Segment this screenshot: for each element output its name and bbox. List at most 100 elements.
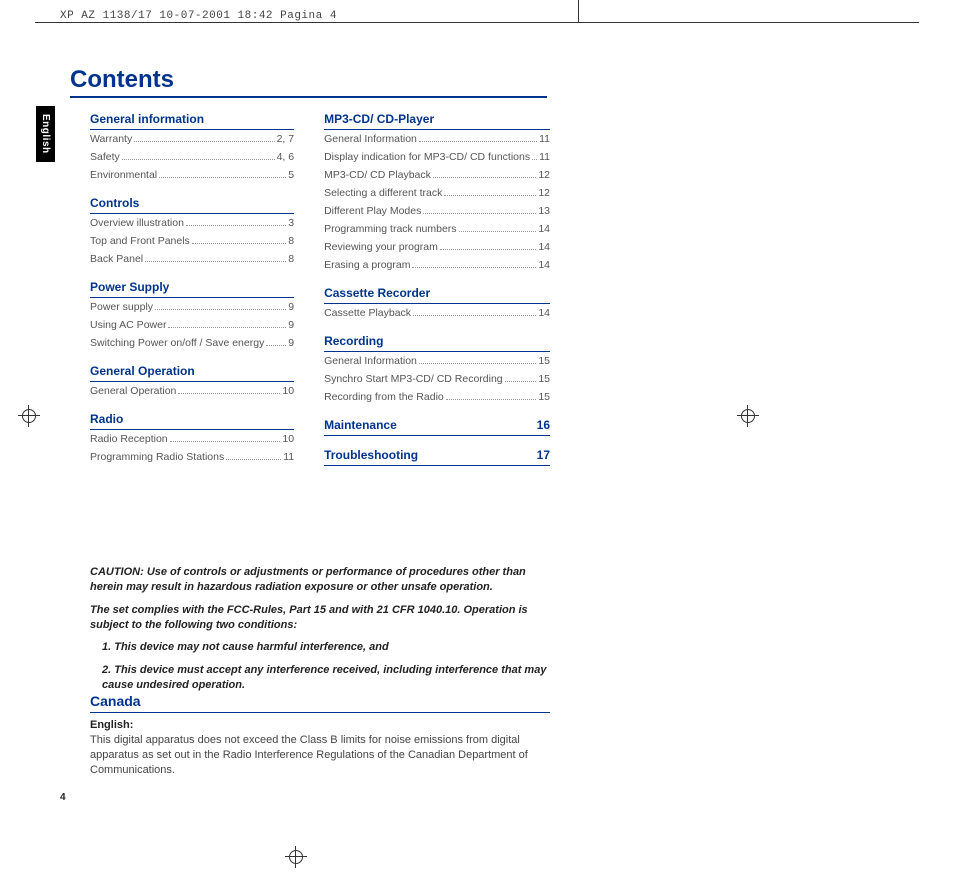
toc-label: Safety — [90, 151, 120, 163]
toc-column-right: MP3-CD/ CD-PlayerGeneral Information11Di… — [324, 100, 550, 466]
canada-body: English: This digital apparatus does not… — [90, 718, 550, 777]
toc-label: Power supply — [90, 301, 153, 313]
toc-label: Using AC Power — [90, 319, 166, 331]
toc-row: Programming track numbers14 — [324, 220, 550, 238]
toc-page: 5 — [288, 169, 294, 181]
crop-line-top — [35, 22, 919, 23]
toc-columns: General information Warranty 2, 7 Safety 4, … — [90, 100, 550, 466]
toc-row: General Information 15 — [324, 352, 550, 370]
toc-dots — [168, 327, 286, 328]
toc-dots — [433, 177, 536, 178]
toc-row: Warranty 2, 7 — [90, 130, 294, 148]
toc-page: 15 — [538, 373, 550, 385]
toc-page: 2, 7 — [277, 133, 295, 145]
toc-page: 12 — [538, 187, 550, 199]
toc-section-head: Cassette Recorder — [324, 280, 550, 304]
toc-dots — [192, 243, 286, 244]
caution-l1: 1. This device may not cause harmful int… — [102, 640, 550, 655]
toc-dots — [446, 399, 537, 400]
caution-p1: CAUTION: Use of controls or adjustments … — [90, 565, 550, 595]
canada-english-label: English: — [90, 719, 133, 731]
toc-section-head: General information — [90, 106, 294, 130]
toc-dots — [413, 315, 536, 316]
toc-label: General Information — [324, 133, 417, 145]
toc-row: Back Panel 8 — [90, 250, 294, 268]
toc-row: Radio Reception10 — [90, 430, 294, 448]
toc-row: Reviewing your program14 — [324, 238, 550, 256]
toc-label: Erasing a program — [324, 259, 410, 271]
toc-dots — [122, 159, 275, 160]
toc-section-head: Troubleshooting17 — [324, 442, 550, 466]
registration-mark-left — [18, 405, 40, 427]
toc-page: 15 — [538, 355, 550, 367]
toc-page: 11 — [539, 151, 550, 163]
toc-row: Cassette Playback14 — [324, 304, 550, 322]
toc-label: Synchro Start MP3-CD/ CD Recording — [324, 373, 503, 385]
toc-page: 10 — [282, 385, 294, 397]
toc-section-head: Controls — [90, 190, 294, 214]
toc-page: 9 — [288, 337, 294, 349]
toc-label: Recording from the Radio — [324, 391, 444, 403]
toc-row: Power supply9 — [90, 298, 294, 316]
toc-label: Programming Radio Stations — [90, 451, 224, 463]
toc-column-left: General information Warranty 2, 7 Safety 4, … — [90, 100, 294, 466]
canada-heading: Canada — [90, 693, 550, 713]
toc-row: Safety 4, 6 — [90, 148, 294, 166]
toc-page: 3 — [288, 217, 294, 229]
toc-label: Warranty — [90, 133, 132, 145]
toc-page: 14 — [538, 241, 550, 253]
crop-mark-top — [578, 0, 579, 22]
toc-dots — [266, 345, 286, 346]
toc-label: Different Play Modes — [324, 205, 421, 217]
caution-p2: The set complies with the FCC-Rules, Par… — [90, 603, 550, 633]
toc-page: 11 — [283, 451, 294, 463]
toc-section-head: Radio — [90, 406, 294, 430]
toc-section-head: MP3-CD/ CD-Player — [324, 106, 550, 130]
toc-section-head: Power Supply — [90, 274, 294, 298]
toc-row: Switching Power on/off / Save energy 9 — [90, 334, 294, 352]
page-number: 4 — [60, 792, 66, 803]
toc-dots — [419, 363, 536, 364]
toc-dots — [134, 141, 274, 142]
caution-l2: 2. This device must accept any interfere… — [102, 663, 550, 693]
toc-row: Top and Front Panels8 — [90, 232, 294, 250]
toc-label: Back Panel — [90, 253, 143, 265]
toc-page: 12 — [538, 169, 550, 181]
language-tab: English — [36, 106, 55, 162]
toc-label: Environmental — [90, 169, 157, 181]
toc-row: Environmental 5 — [90, 166, 294, 184]
toc-section-head: Maintenance16 — [324, 412, 550, 436]
toc-page: 13 — [538, 205, 550, 217]
toc-page: 14 — [538, 259, 550, 271]
toc-row: Different Play Modes 13 — [324, 202, 550, 220]
toc-dots — [505, 381, 537, 382]
toc-row: Display indication for MP3-CD/ CD functi… — [324, 148, 550, 166]
toc-label: Cassette Playback — [324, 307, 411, 319]
toc-page: 11 — [539, 133, 550, 145]
title-rule — [70, 96, 547, 98]
toc-row: General Information 11 — [324, 130, 550, 148]
toc-page: 4, 6 — [277, 151, 295, 163]
toc-dots — [155, 309, 286, 310]
toc-label: Switching Power on/off / Save energy — [90, 337, 264, 349]
toc-dots — [178, 393, 280, 394]
toc-page: 8 — [288, 253, 294, 265]
toc-dots — [170, 441, 281, 442]
print-header: XP AZ 1138/17 10-07-2001 18:42 Pagina 4 — [60, 10, 337, 22]
toc-page: 8 — [288, 235, 294, 247]
document-page: XP AZ 1138/17 10-07-2001 18:42 Pagina 4 … — [0, 0, 954, 883]
toc-dots — [532, 159, 537, 160]
toc-row: Selecting a different track 12 — [324, 184, 550, 202]
toc-dots — [186, 225, 286, 226]
toc-label: Radio Reception — [90, 433, 168, 445]
toc-dots — [419, 141, 537, 142]
registration-mark-right — [737, 405, 759, 427]
toc-row: Synchro Start MP3-CD/ CD Recording 15 — [324, 370, 550, 388]
toc-label: Selecting a different track — [324, 187, 442, 199]
toc-section-head: General Operation — [90, 358, 294, 382]
toc-dots — [459, 231, 537, 232]
toc-label: General Information — [324, 355, 417, 367]
toc-dots — [423, 213, 536, 214]
toc-row: MP3-CD/ CD Playback12 — [324, 166, 550, 184]
toc-dots — [159, 177, 286, 178]
